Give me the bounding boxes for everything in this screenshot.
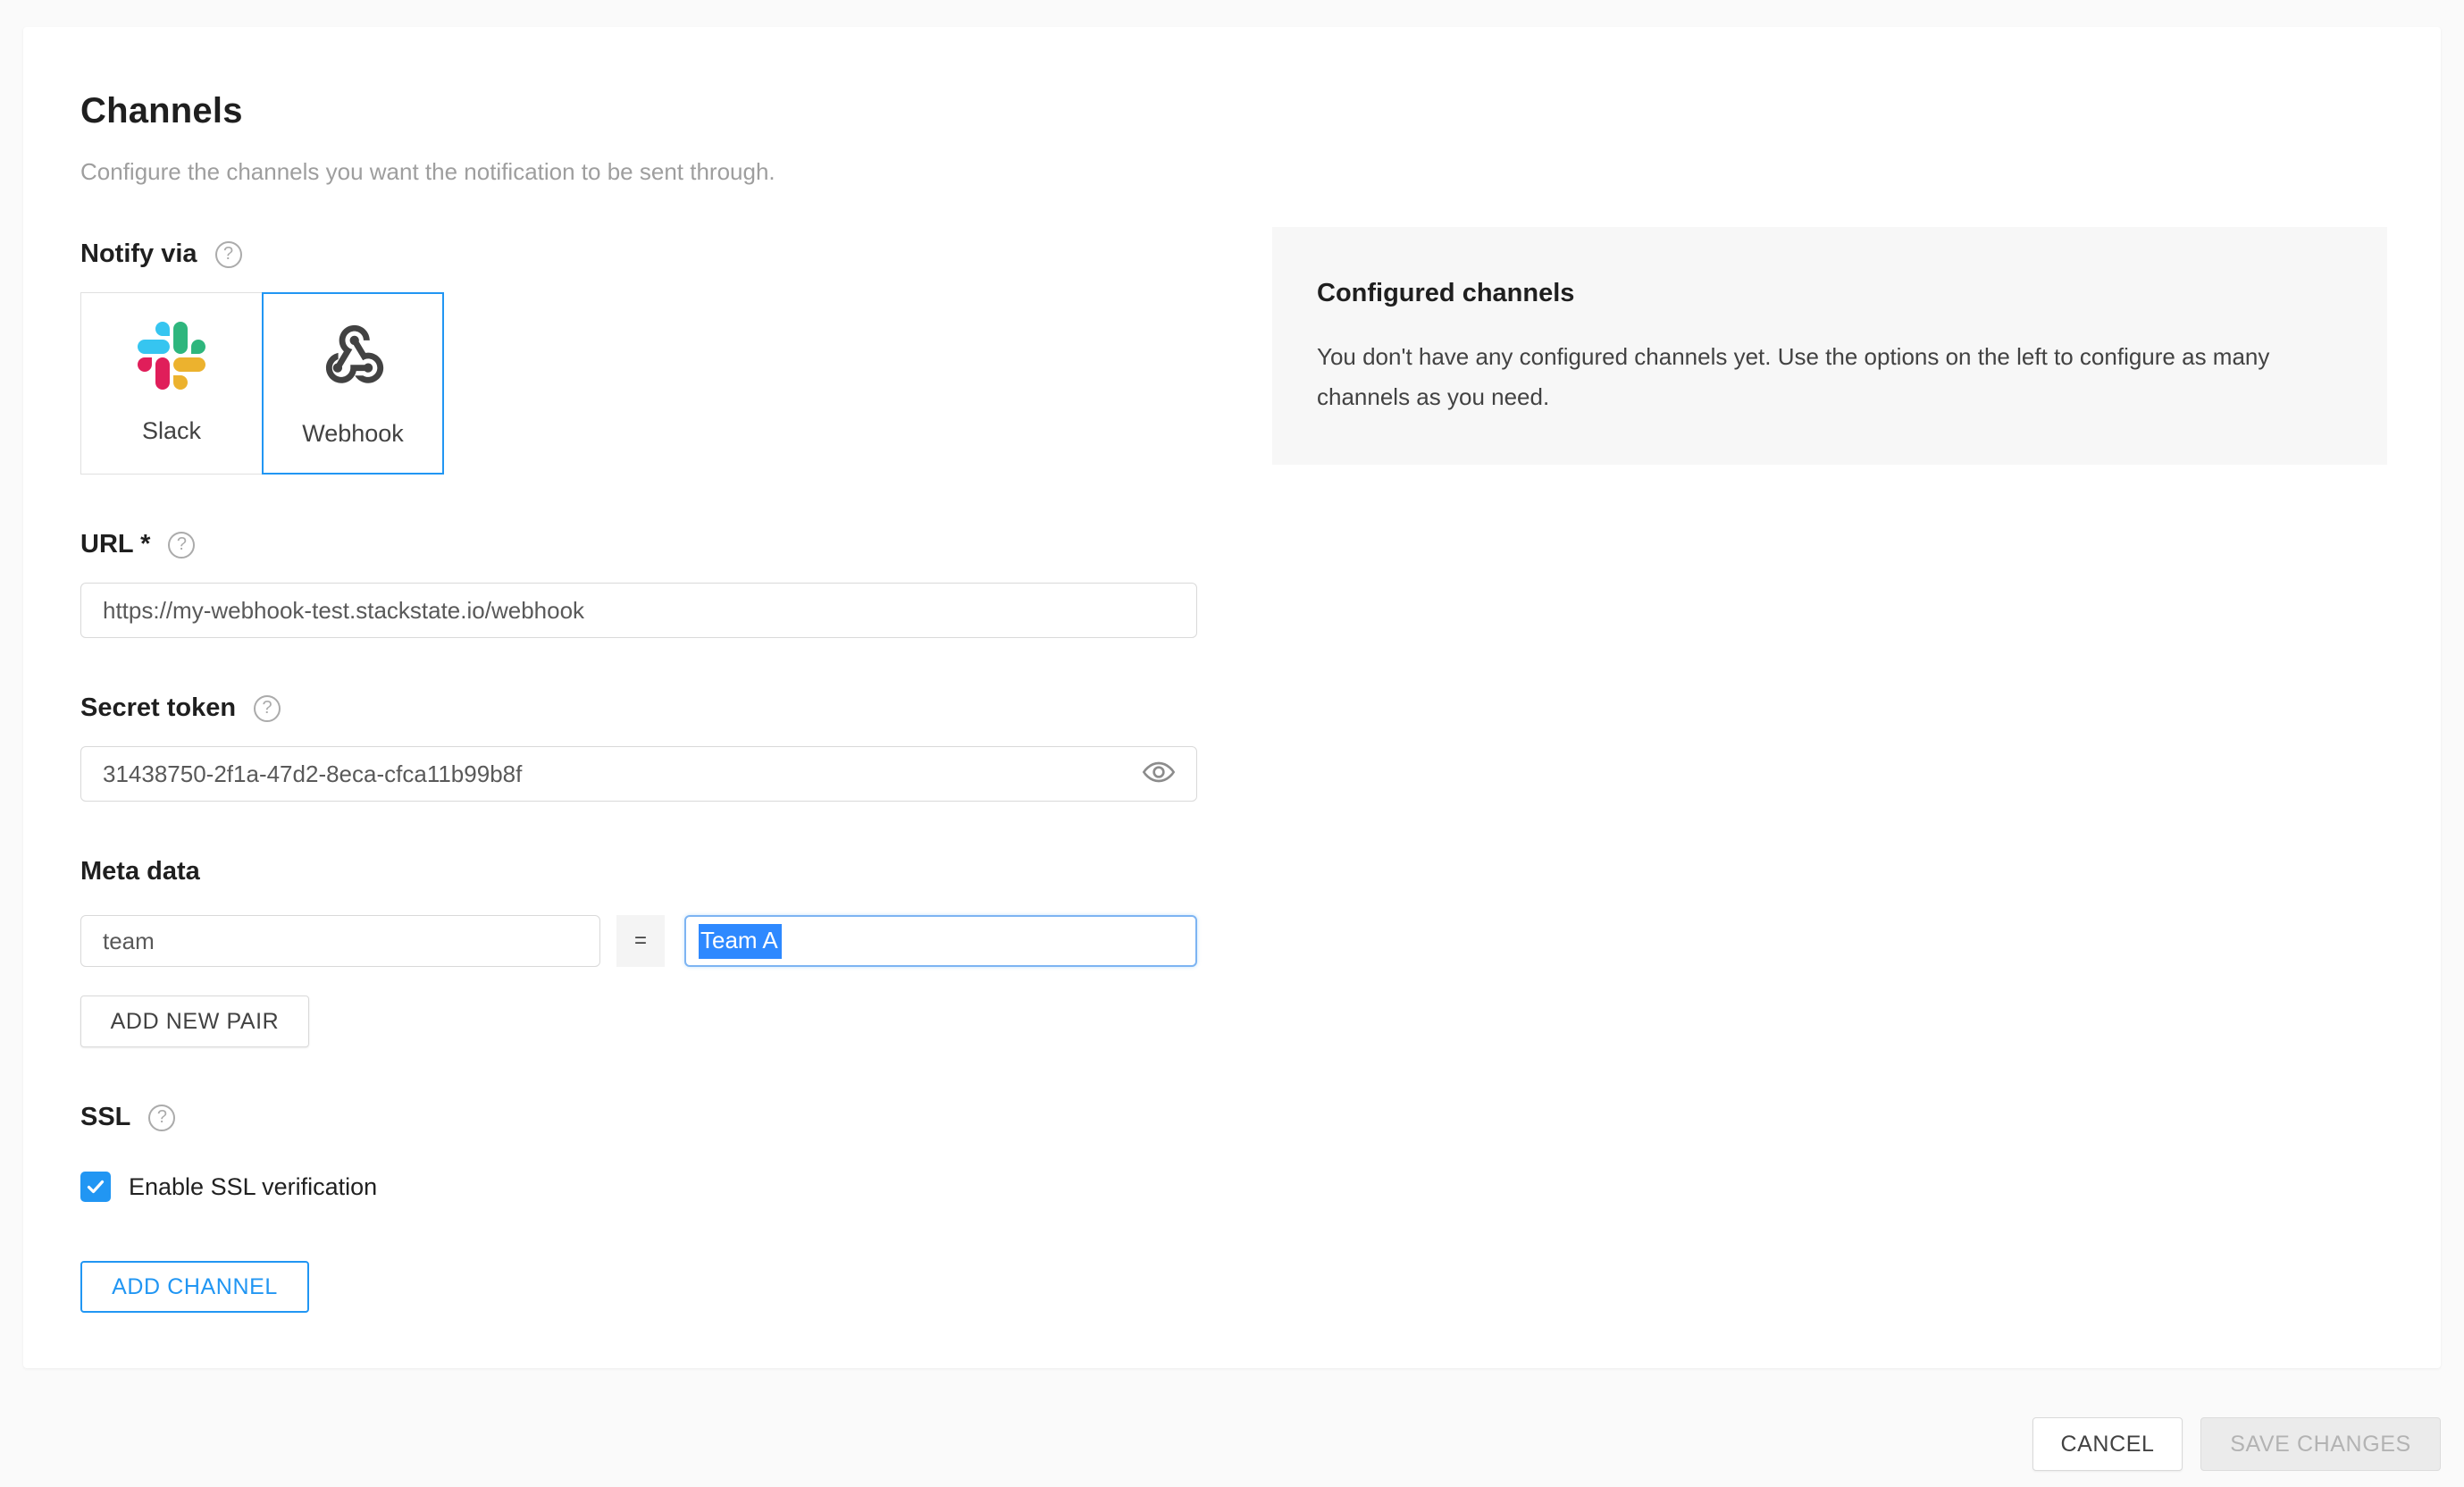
- add-new-pair-button[interactable]: ADD NEW PAIR: [80, 996, 309, 1047]
- save-changes-button[interactable]: SAVE CHANGES: [2200, 1417, 2441, 1471]
- footer-actions: CANCEL SAVE CHANGES: [2032, 1417, 2441, 1471]
- equals-sign: =: [616, 915, 665, 967]
- meta-data-pair-row: = Team A: [80, 915, 1197, 967]
- url-label: URL *: [80, 530, 150, 559]
- channel-option-slack[interactable]: Slack: [80, 292, 263, 475]
- notify-via-label: Notify via: [80, 239, 197, 269]
- ssl-checkbox-row: Enable SSL verification: [80, 1172, 1197, 1202]
- add-channel-button[interactable]: ADD CHANNEL: [80, 1261, 309, 1313]
- meta-value-selected-text: Team A: [699, 924, 782, 959]
- meta-value-input[interactable]: Team A: [684, 915, 1197, 967]
- secret-token-help-icon[interactable]: ?: [254, 695, 281, 722]
- secret-token-input[interactable]: [80, 746, 1197, 802]
- checkmark-icon: [85, 1176, 106, 1197]
- meta-data-label: Meta data: [80, 857, 200, 886]
- slack-logo-icon: [138, 322, 205, 394]
- notify-via-row: Notify via ?: [80, 239, 1197, 269]
- notify-via-help-icon[interactable]: ?: [215, 241, 242, 268]
- configured-channels-title: Configured channels: [1317, 279, 2342, 308]
- page-title: Channels: [80, 91, 1197, 131]
- url-input[interactable]: [80, 583, 1197, 638]
- cancel-button[interactable]: CANCEL: [2032, 1417, 2183, 1471]
- ssl-checkbox-label: Enable SSL verification: [129, 1173, 377, 1201]
- channel-option-slack-label: Slack: [142, 417, 201, 445]
- meta-data-label-row: Meta data: [80, 857, 1197, 886]
- configured-channels-panel: Configured channels You don't have any c…: [1272, 227, 2387, 465]
- secret-token-field: [80, 746, 1197, 802]
- secret-token-label-row: Secret token ?: [80, 693, 1197, 723]
- url-label-row: URL * ?: [80, 530, 1197, 559]
- channel-option-webhook-label: Webhook: [302, 420, 404, 448]
- meta-key-input[interactable]: [80, 915, 600, 967]
- url-help-icon[interactable]: ?: [168, 532, 195, 559]
- channel-option-webhook[interactable]: Webhook: [262, 292, 444, 475]
- ssl-label: SSL: [80, 1103, 130, 1132]
- page-subtitle: Configure the channels you want the noti…: [80, 158, 1197, 186]
- ssl-verification-checkbox[interactable]: [80, 1172, 111, 1202]
- ssl-help-icon[interactable]: ?: [148, 1105, 175, 1131]
- ssl-label-row: SSL ?: [80, 1103, 1197, 1132]
- eye-icon[interactable]: [1140, 753, 1178, 791]
- configured-channels-empty-text: You don't have any configured channels y…: [1317, 337, 2342, 417]
- secret-token-label: Secret token: [80, 693, 236, 723]
- webhook-icon: [316, 319, 390, 397]
- channel-config-column: Channels Configure the channels you want…: [80, 91, 1197, 1313]
- channels-card: Channels Configure the channels you want…: [23, 27, 2441, 1368]
- channel-type-tiles: Slack Webhook: [80, 292, 1197, 475]
